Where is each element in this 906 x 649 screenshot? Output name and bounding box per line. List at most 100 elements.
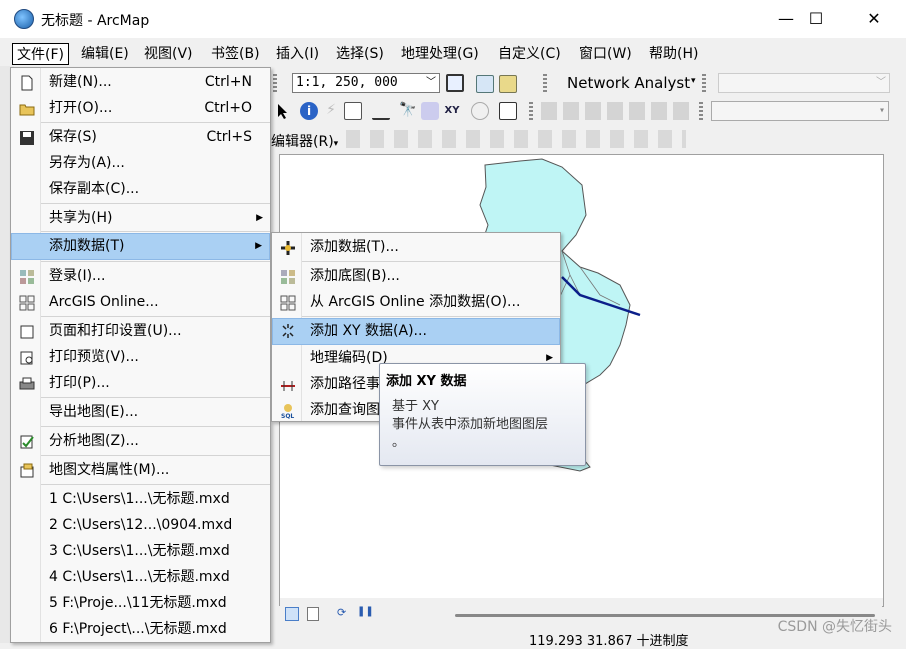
toolbar-grip[interactable]	[702, 74, 706, 94]
file-menu-share-as[interactable]: 共享为(H) ▶	[11, 205, 270, 231]
find-route-icon[interactable]	[421, 102, 439, 120]
menu-label: 2 C:\Users\12...\0904.mxd	[49, 517, 233, 533]
tooltip-line: 。	[392, 435, 406, 450]
file-menu-page-setup[interactable]: 页面和打印设置(U)...	[11, 318, 270, 344]
measure-icon[interactable]	[372, 102, 390, 120]
recent-file-item[interactable]: 5 F:\Proje...\11无标题.mxd	[11, 590, 270, 616]
file-menu-save-copy[interactable]: 保存副本(C)...	[11, 176, 270, 202]
editor-menu[interactable]: 编辑器(R)▾	[271, 131, 338, 151]
window-title: 无标题 - ArcMap	[41, 13, 150, 29]
menu-label: 保存副本(C)...	[49, 181, 140, 197]
add-xy-tooltip: 添加 XY 数据 基于 XY 事件从表中添加新地图图层 。	[379, 363, 586, 466]
arcmap-app-icon	[14, 9, 34, 29]
layout-view-button[interactable]	[307, 607, 319, 621]
menu-bar: 文件(F) 编辑(E) 视图(V) 书签(B) 插入(I) 选择(S) 地理处理…	[0, 40, 906, 66]
menu-bookmarks[interactable]: 书签(B)	[207, 43, 264, 65]
file-menu-save[interactable]: 保存(S) Ctrl+S	[11, 124, 270, 150]
file-menu-dropdown: 新建(N)... Ctrl+N 打开(O)... Ctrl+O 保存(S) Ct…	[10, 67, 271, 643]
map-scale-combo[interactable]: 1:1, 250, 000 ﹀	[292, 73, 440, 93]
menu-label: 页面和打印设置(U)...	[49, 323, 182, 339]
submenu-add-xy-data[interactable]: 添加 XY 数据(A)...	[272, 318, 560, 345]
file-menu-print-preview[interactable]: 打印预览(V)...	[11, 344, 270, 370]
catalog-icon[interactable]	[499, 75, 517, 93]
target-layer-combo[interactable]: ▾	[711, 101, 889, 121]
chevron-down-icon[interactable]: ﹀	[876, 74, 886, 92]
file-menu-print[interactable]: 打印(P)...	[11, 370, 270, 396]
menu-separator	[41, 231, 270, 232]
route-event-icon	[280, 376, 296, 392]
toolbar-grip[interactable]	[543, 74, 547, 94]
tooltip-line: 事件从表中添加新地图图层	[392, 417, 549, 432]
file-menu-map-properties[interactable]: 地图文档属性(M)...	[11, 457, 270, 483]
file-menu-add-data[interactable]: 添加数据(T) ▶	[11, 233, 270, 260]
chevron-down-icon[interactable]: ▾	[879, 102, 885, 120]
menu-label: 地理编码(D)	[310, 350, 388, 366]
menu-help[interactable]: 帮助(H)	[645, 43, 702, 65]
recent-file-item[interactable]: 1 C:\Users\1...\无标题.mxd	[11, 486, 270, 512]
viewer-icon[interactable]	[499, 102, 517, 120]
recent-file-item[interactable]: 2 C:\Users\12...\0904.mxd	[11, 512, 270, 538]
menu-file[interactable]: 文件(F)	[12, 43, 69, 65]
watermark: CSDN @失忆街头	[777, 619, 892, 635]
recent-file-item[interactable]: 6 F:\Project\...\无标题.mxd	[11, 616, 270, 642]
hyperlink-icon[interactable]: ⚡	[322, 102, 340, 120]
add-data-icon	[280, 239, 296, 255]
toolbar-grip[interactable]	[273, 74, 277, 94]
menu-label: 6 F:\Project\...\无标题.mxd	[49, 621, 227, 637]
basemap-icon	[280, 268, 296, 284]
file-menu-open[interactable]: 打开(O)... Ctrl+O	[11, 95, 270, 121]
disabled-edit-tools	[346, 130, 686, 148]
editor-toolbar-icon[interactable]	[446, 74, 464, 92]
menu-insert[interactable]: 插入(I)	[272, 43, 323, 65]
new-document-icon	[19, 74, 35, 91]
menu-label: 导出地图(E)...	[49, 404, 139, 420]
time-slider-icon[interactable]	[471, 102, 489, 120]
print-icon	[19, 375, 35, 391]
menu-separator	[302, 316, 560, 317]
recent-file-item[interactable]: 4 C:\Users\1...\无标题.mxd	[11, 564, 270, 590]
file-menu-new[interactable]: 新建(N)... Ctrl+N	[11, 69, 270, 95]
network-dataset-combo[interactable]: ﹀	[718, 73, 890, 93]
menu-windows[interactable]: 窗口(W)	[575, 43, 636, 65]
menu-shortcut: Ctrl+S	[206, 129, 252, 145]
toolbar-grip[interactable]	[699, 102, 703, 122]
sign-in-icon	[19, 268, 35, 284]
menu-view[interactable]: 视图(V)	[140, 43, 197, 65]
data-view-button[interactable]	[285, 607, 299, 621]
find-icon[interactable]: 🔭	[399, 102, 417, 120]
add-xy-icon	[280, 323, 296, 339]
file-menu-export-map[interactable]: 导出地图(E)...	[11, 399, 270, 425]
menu-label: 4 C:\Users\1...\无标题.mxd	[49, 569, 230, 585]
menu-selection[interactable]: 选择(S)	[332, 43, 388, 65]
submenu-add-basemap[interactable]: 添加底图(B)...	[272, 263, 560, 289]
submenu-add-data[interactable]: 添加数据(T)...	[272, 234, 560, 260]
refresh-icon[interactable]: ⟳	[337, 606, 346, 619]
maximize-button[interactable]: ☐	[788, 0, 844, 38]
chevron-down-icon[interactable]: ﹀	[426, 74, 436, 92]
submenu-add-from-arcgis-online[interactable]: 从 ArcGIS Online 添加数据(O)...	[272, 289, 560, 315]
go-to-xy-icon[interactable]: XY	[443, 102, 461, 120]
pause-drawing-icon[interactable]: ❚❚	[357, 606, 374, 617]
menu-edit[interactable]: 编辑(E)	[77, 43, 133, 65]
chevron-down-icon[interactable]: ▾	[691, 76, 696, 86]
file-menu-arcgis-online[interactable]: ArcGIS Online...	[11, 289, 270, 315]
network-analyst-menu[interactable]: Network Analyst	[567, 74, 690, 92]
menu-label: 添加数据(T)	[49, 238, 125, 254]
close-button[interactable]: ✕	[846, 0, 902, 38]
file-menu-analyze-map[interactable]: 分析地图(Z)...	[11, 428, 270, 454]
editor-toolbar: 编辑器(R)▾	[271, 127, 701, 153]
file-menu-save-as[interactable]: 另存为(A)...	[11, 150, 270, 176]
menu-separator	[41, 484, 270, 485]
tools-toolbar: i ⚡ 🔭 XY ▾	[271, 99, 906, 125]
toolbar-grip[interactable]	[529, 102, 533, 122]
table-icon[interactable]	[476, 75, 494, 93]
html-popup-icon[interactable]	[344, 102, 362, 120]
select-elements-icon[interactable]	[273, 102, 291, 120]
menu-geoprocessing[interactable]: 地理处理(G)	[397, 43, 483, 65]
identify-icon[interactable]: i	[300, 102, 318, 120]
file-menu-sign-in[interactable]: 登录(I)...	[11, 263, 270, 289]
menu-customize[interactable]: 自定义(C)	[494, 43, 565, 65]
recent-file-item[interactable]: 3 C:\Users\1...\无标题.mxd	[11, 538, 270, 564]
save-icon	[19, 129, 35, 145]
vertical-scrollbar[interactable]	[884, 154, 904, 606]
